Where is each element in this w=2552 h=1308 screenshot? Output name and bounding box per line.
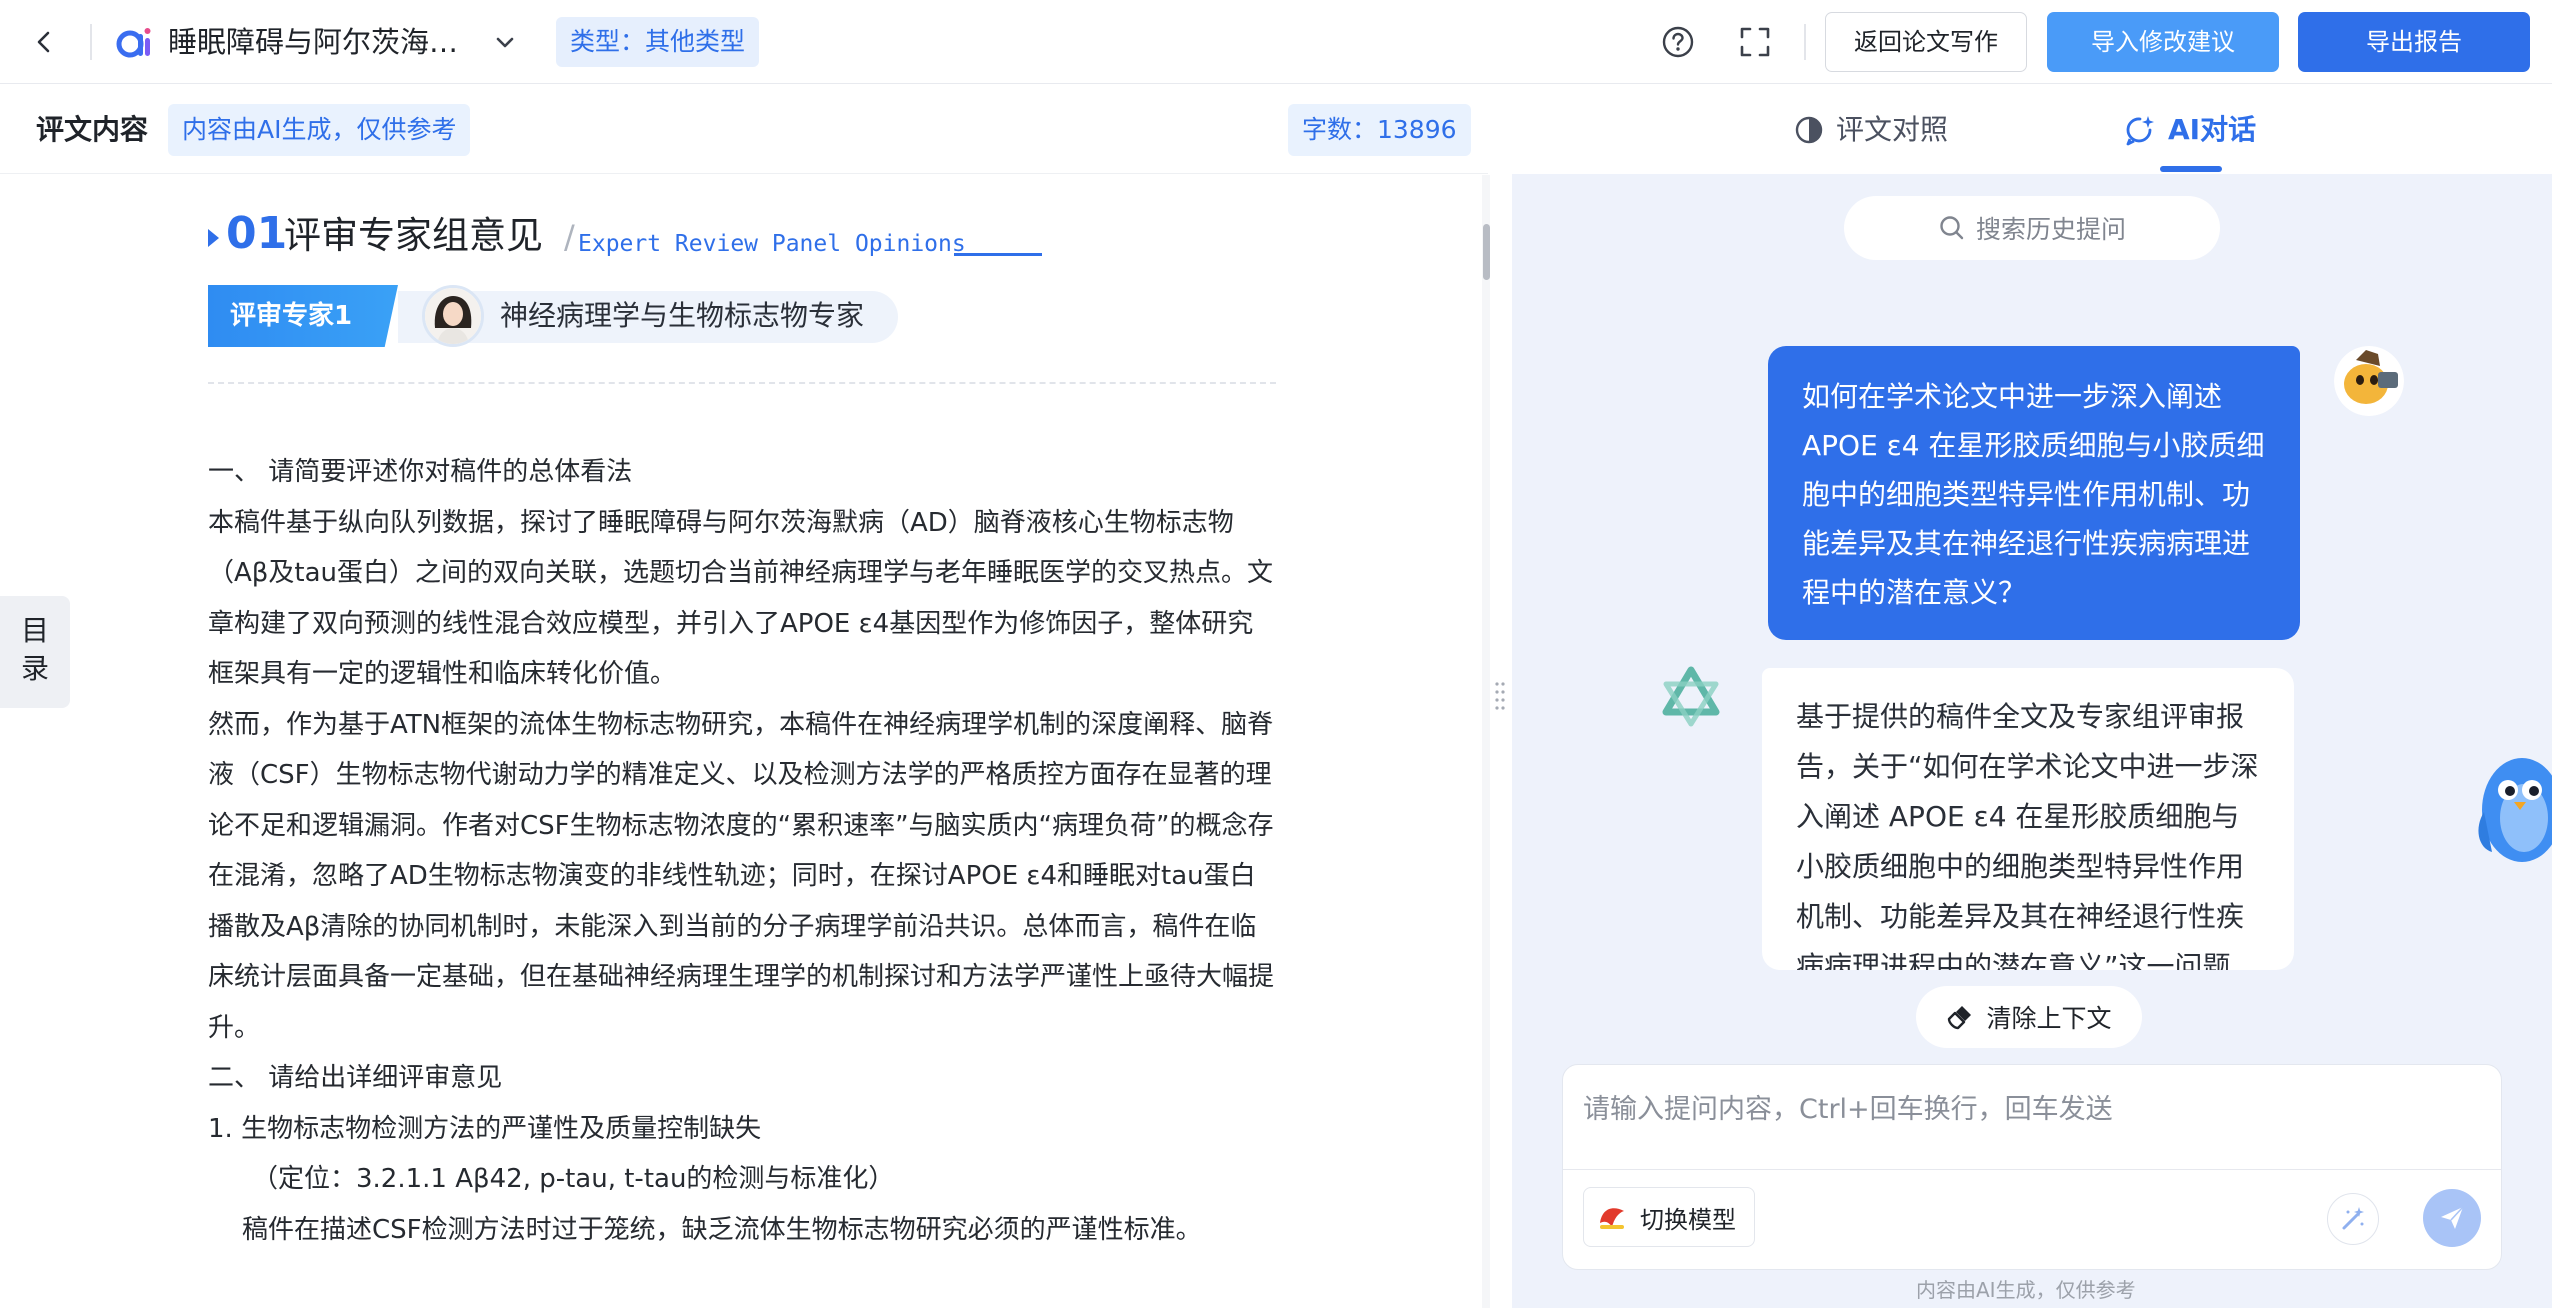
reviewer-avatar [422,285,484,347]
search-icon [1940,216,1964,240]
export-report-button[interactable]: 导出报告 [2298,12,2530,72]
chat-input-box: 切换模型 [1562,1064,2502,1270]
section-subtitle-en: Expert Review Panel Opinions [578,231,966,257]
scrollbar[interactable] [1482,175,1490,1308]
clear-context-label: 清除上下文 [1986,1004,2112,1033]
section-underline [954,253,1042,256]
model-logo-icon [1595,1202,1629,1232]
tab-ai-chat[interactable]: AI对话 [2124,110,2256,150]
help-circle-icon[interactable] [1660,24,1696,60]
history-search[interactable]: 搜索历史提问 [1844,196,2220,260]
chat-spark-icon [2126,116,2154,146]
splitter-handle[interactable] [1493,680,1507,712]
clear-context-button[interactable]: 清除上下文 [1916,986,2142,1048]
back-button[interactable] [24,22,64,62]
user-avatar [2334,346,2404,416]
item-title: 1. 生物标志物检测方法的严谨性及质量控制缺失 [208,1113,762,1144]
divider [1804,24,1806,60]
question-heading: 一、 请简要评述你对稿件的总体看法 [208,457,633,487]
broom-icon [1948,1006,1972,1030]
toc-label: 目录 [20,614,49,685]
review-body: 一、 请简要评述你对稿件的总体看法 本稿件基于纵向队列数据，探讨了睡眠障碍与阿尔… [208,447,1278,1255]
ai-message: 基于提供的稿件全文及专家组评审报告，关于“如何在学术论文中进一步深入阐述 APO… [1762,668,2294,970]
switch-model-label: 切换模型 [1640,1205,1736,1234]
type-badge: 类型：其他类型 [556,17,760,67]
chevron-down-icon[interactable] [490,28,520,58]
divider [90,24,92,60]
magic-wand-icon [2342,1207,2364,1230]
send-button[interactable] [2423,1189,2481,1247]
contrast-icon [1795,116,1823,144]
paragraph: 本稿件基于纵向队列数据，探讨了睡眠障碍与阿尔茨海默病（AD）脑脊液核心生物标志物… [208,507,1273,690]
active-tab-indicator [2160,166,2222,172]
mascot-bird[interactable] [2474,748,2552,874]
history-search-label: 搜索历史提问 [1975,215,2126,244]
paragraph: 然而，作为基于ATN框架的流体生物标志物研究，本稿件在神经病理学机制的深度阐释、… [208,709,1275,1043]
review-content-title: 评文内容 [36,113,149,146]
item-location: （定位：3.2.1.1 Aβ42, p-tau, t-tau的检测与标准化） [252,1164,895,1194]
reviewer-banner: 评审专家1 神经病理学与生物标志物专家 [208,285,898,349]
ai-footnote: 内容由AI生成，仅供参考 [1916,1278,2136,1302]
send-icon [2441,1206,2464,1229]
import-suggestions-button[interactable]: 导入修改建议 [2047,12,2279,72]
section-number: 01 [226,208,288,259]
document-title[interactable]: 睡眠障碍与阿尔茨海… [168,22,458,62]
dashed-divider [208,382,1276,384]
tab-label: AI对话 [2168,113,2257,146]
triangle-icon [208,229,219,247]
chat-input[interactable] [1583,1087,2463,1147]
chevron-left-icon [37,31,50,53]
magic-wand-button[interactable] [2327,1193,2379,1245]
return-to-writing-button[interactable]: 返回论文写作 [1825,12,2027,72]
reviewer-role: 神经病理学与生物标志物专家 [500,299,865,332]
scrollbar-thumb[interactable] [1483,224,1490,280]
fullscreen-icon[interactable] [1737,24,1773,60]
top-bar: 睡眠障碍与阿尔茨海… 类型：其他类型 返回论文写作 导入修改建议 导出报告 [0,0,2552,84]
review-content-header: 评文内容 内容由AI生成，仅供参考 字数：13896 [0,84,1488,174]
divider [1563,1169,2501,1170]
item-text: 稿件在描述CSF检测方法时过于笼统，缺乏流体生物标志物研究必须的严谨性标准。 [242,1214,1202,1245]
section-title: 评审专家组意见 [284,214,543,257]
tab-review-compare[interactable]: 评文对照 [1794,110,1948,150]
review-document[interactable]: 01 评审专家组意见 / Expert Review Panel Opinion… [0,175,1488,1308]
ai-notice-badge: 内容由AI生成，仅供参考 [168,104,471,156]
word-count-badge: 字数：13896 [1288,104,1471,156]
tab-label: 评文对照 [1836,113,1949,146]
ai-logo-icon [116,24,154,62]
switch-model-button[interactable]: 切换模型 [1583,1187,1755,1247]
ai-assistant-avatar [1660,666,1722,728]
toc-tab[interactable]: 目录 [0,596,70,708]
section-slash: / [564,218,575,256]
question-heading: 二、 请给出详细评审意见 [208,1063,503,1093]
user-message: 如何在学术论文中进一步深入阐述 APOE ε4 在星形胶质细胞与小胶质细胞中的细… [1768,346,2300,640]
right-tabs [1512,84,2552,174]
reviewer-label: 评审专家1 [208,285,398,347]
